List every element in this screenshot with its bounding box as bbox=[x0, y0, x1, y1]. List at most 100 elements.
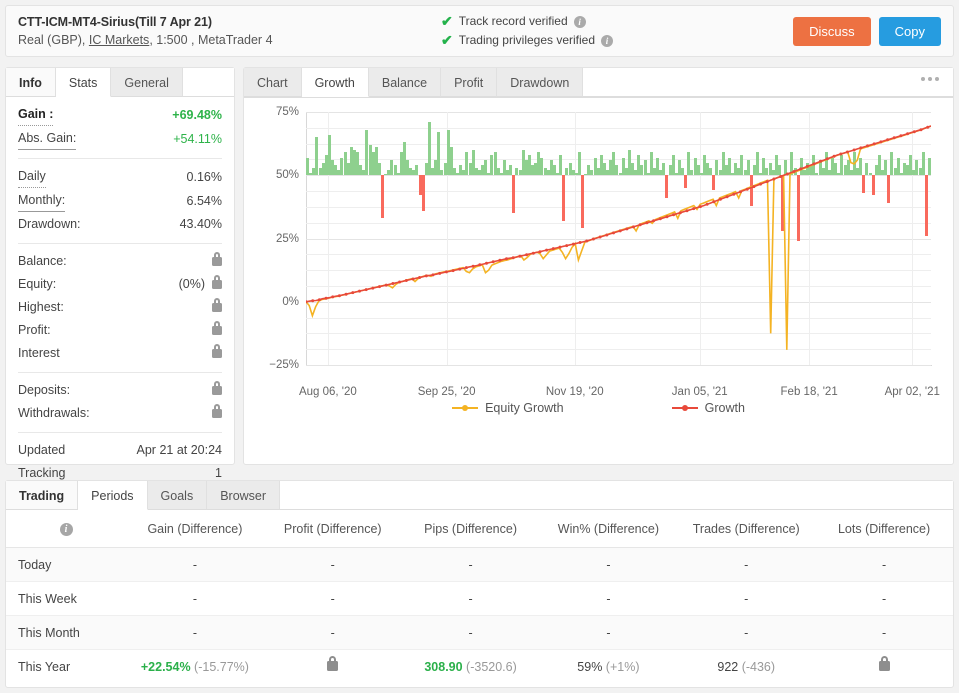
series-point bbox=[424, 274, 428, 278]
cell-win: - bbox=[539, 547, 678, 583]
periods-tab-periods[interactable]: Periods bbox=[78, 481, 148, 510]
cell-difference: (+1%) bbox=[602, 659, 640, 674]
stat-value: (0%) bbox=[178, 277, 205, 291]
trading-privileges-verified-row: ✔ Trading privileges verified i bbox=[441, 31, 793, 50]
stat-value: 6.54% bbox=[186, 193, 222, 208]
chart-panel: Chart Growth Balance Profit Drawdown −25% 0% 2… bbox=[243, 67, 954, 465]
stat-label[interactable]: Daily bbox=[18, 166, 46, 188]
lock-icon[interactable] bbox=[212, 298, 222, 312]
series-line-equity-growth bbox=[306, 125, 931, 350]
series-point bbox=[892, 136, 896, 140]
y-axis-tick-label: 75% bbox=[275, 106, 299, 118]
series-point bbox=[612, 231, 615, 235]
cell-profit[interactable] bbox=[264, 650, 402, 684]
lock-icon[interactable] bbox=[327, 655, 339, 671]
info-icon[interactable]: i bbox=[601, 34, 614, 47]
stat-label[interactable]: Gain : bbox=[18, 104, 54, 126]
chart-tab-drawdown[interactable]: Drawdown bbox=[497, 68, 584, 97]
stat-row-withdrawals: Withdrawals: bbox=[18, 402, 222, 425]
lock-icon[interactable] bbox=[212, 252, 222, 266]
cell-difference: (-15.77%) bbox=[190, 659, 249, 674]
stat-row-gain: Gain : +69.48% bbox=[18, 103, 222, 127]
cell-period: This Week bbox=[6, 581, 126, 617]
stat-value-wrap: +69.48% bbox=[172, 105, 222, 126]
series-point bbox=[565, 244, 569, 248]
series-point bbox=[505, 257, 508, 261]
x-axis-tick-label: Apr 02, '21 bbox=[884, 386, 940, 398]
discuss-button[interactable]: Discuss bbox=[793, 16, 871, 46]
cell-win: - bbox=[539, 615, 678, 651]
series-point bbox=[458, 267, 462, 271]
copy-button[interactable]: Copy bbox=[878, 16, 941, 46]
tab-stats[interactable]: Stats bbox=[55, 68, 112, 97]
lock-icon[interactable] bbox=[212, 381, 222, 395]
lock-icon[interactable] bbox=[212, 275, 222, 289]
legend-item-growth[interactable]: Growth bbox=[671, 401, 745, 415]
more-options-icon[interactable] bbox=[921, 77, 939, 81]
series-point bbox=[919, 128, 923, 132]
series-point bbox=[431, 273, 435, 277]
info-icon[interactable]: i bbox=[59, 523, 73, 537]
cell-pips: - bbox=[401, 615, 540, 651]
cell-value: - bbox=[606, 591, 611, 606]
series-point bbox=[812, 162, 816, 166]
periods-tab-browser[interactable]: Browser bbox=[207, 481, 281, 510]
cell-value: 308.90 bbox=[424, 659, 463, 674]
lock-icon[interactable] bbox=[212, 404, 222, 418]
stat-value-wrap bbox=[210, 381, 222, 395]
stat-label: Deposits: bbox=[18, 383, 71, 397]
lock-icon[interactable] bbox=[212, 321, 222, 335]
stats-divider bbox=[18, 243, 222, 244]
stat-label: Updated bbox=[18, 443, 66, 457]
stats-tabbar: Info Stats General bbox=[6, 68, 234, 97]
cell-value: +22.54% bbox=[140, 659, 191, 674]
series-point bbox=[378, 285, 381, 289]
stat-row-balance: Balance: bbox=[18, 250, 222, 273]
series-point bbox=[805, 164, 809, 168]
cell-lots[interactable] bbox=[815, 650, 953, 684]
tab-filler bbox=[182, 68, 234, 97]
series-point bbox=[371, 286, 375, 290]
account-title: CTT-ICM-MT4-Sirius(Till 7 Apr 21) bbox=[18, 14, 212, 29]
stat-label[interactable]: Abs. Gain: bbox=[18, 128, 77, 150]
legend-item-equity-growth[interactable]: Equity Growth bbox=[452, 401, 564, 415]
series-point bbox=[906, 132, 910, 136]
growth-chart: −25% 0% 25% 50% 75% Aug 06, '20 Sep 25, '20 Nov… bbox=[244, 98, 953, 464]
chart-tab-balance[interactable]: Balance bbox=[368, 68, 442, 97]
broker-link[interactable]: IC Markets bbox=[89, 33, 149, 47]
stat-label[interactable]: Monthly: bbox=[18, 190, 66, 212]
series-point bbox=[625, 227, 629, 231]
stat-value: +69.48% bbox=[172, 107, 222, 122]
periods-tab-trading[interactable]: Trading bbox=[6, 481, 79, 510]
chart-tab-profit[interactable]: Profit bbox=[441, 68, 498, 97]
cell-gain: +22.54% (-15.77%) bbox=[126, 650, 264, 684]
legend-marker-icon bbox=[671, 403, 698, 413]
stat-row-drawdown: Drawdown: 43.40% bbox=[18, 213, 222, 236]
series-point bbox=[471, 264, 475, 268]
periods-panel: Trading Periods Goals Browser i Gain (Differ… bbox=[5, 480, 954, 688]
info-icon[interactable]: i bbox=[573, 15, 586, 28]
stat-row-daily: Daily 0.16% bbox=[18, 165, 222, 189]
lock-icon[interactable] bbox=[878, 655, 890, 671]
cell-value: - bbox=[881, 557, 887, 572]
cell-lots: - bbox=[815, 581, 953, 617]
stat-value: 43.40% bbox=[179, 217, 222, 231]
cell-value: - bbox=[192, 625, 197, 640]
chart-legend: Equity Growth Growth bbox=[244, 401, 953, 415]
series-point bbox=[745, 187, 749, 191]
tab-info[interactable]: Info bbox=[6, 68, 56, 97]
cell-value: - bbox=[744, 557, 749, 572]
series-point bbox=[779, 175, 783, 178]
check-icon: ✔ bbox=[441, 13, 453, 29]
series-point bbox=[652, 219, 656, 223]
series-point bbox=[518, 254, 522, 258]
tab-general[interactable]: General bbox=[111, 68, 183, 97]
y-axis-tick-label: 0% bbox=[282, 295, 299, 308]
chart-tab-chart[interactable]: Chart bbox=[244, 68, 302, 97]
lock-icon[interactable] bbox=[212, 344, 222, 358]
series-point bbox=[485, 261, 488, 265]
periods-tab-goals[interactable]: Goals bbox=[147, 481, 208, 510]
cell-value: - bbox=[330, 557, 335, 572]
chart-tab-growth[interactable]: Growth bbox=[301, 68, 369, 97]
stat-row-updated: Updated Apr 21 at 20:24 bbox=[18, 439, 222, 462]
